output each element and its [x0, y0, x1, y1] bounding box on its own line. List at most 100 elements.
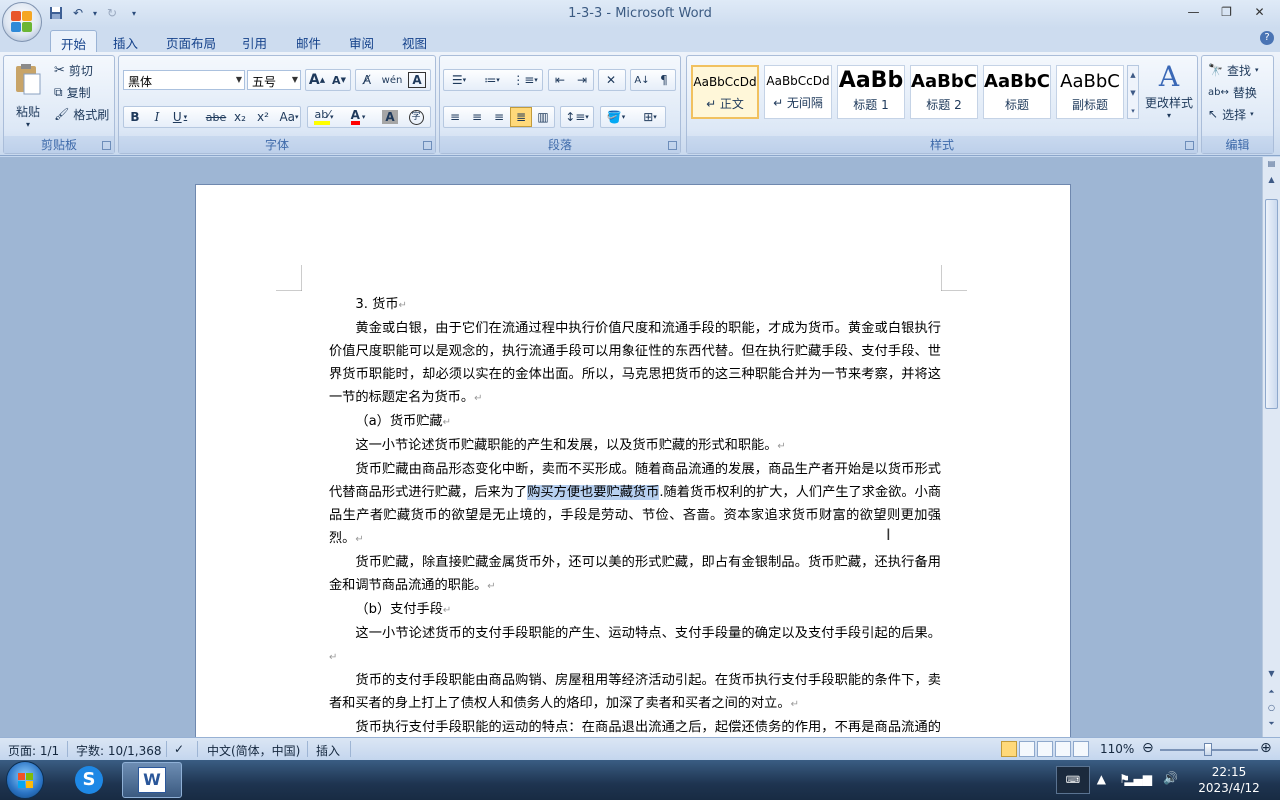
find-button[interactable]: 🔭 查找 ▾	[1208, 60, 1258, 80]
taskbar-word-app[interactable]: W	[122, 762, 182, 798]
font-name-combo[interactable]: 黑体 ▼	[123, 70, 245, 90]
word-count[interactable]: 字数: 10/1,368	[76, 742, 162, 759]
copy-button[interactable]: ⧉ 复制	[54, 82, 91, 102]
selected-text[interactable]: 购买方便也要贮藏货币	[527, 485, 660, 500]
full-screen-reading-view-icon[interactable]	[1019, 741, 1035, 757]
replace-button[interactable]: ab↔ 替换	[1208, 82, 1257, 102]
start-button[interactable]	[6, 761, 44, 799]
insert-mode-indicator[interactable]: 插入	[316, 742, 340, 759]
minimize-button[interactable]: —	[1177, 2, 1210, 22]
zoom-in-icon[interactable]: ⊕	[1260, 740, 1272, 756]
tab-view[interactable]: 视图	[392, 30, 437, 52]
distributed-button[interactable]: ▥	[532, 107, 554, 127]
show-marks-button[interactable]: ¶	[653, 70, 675, 90]
tab-home[interactable]: 开始	[50, 30, 98, 52]
paragraph[interactable]: 黄金或白银，由于它们在流通过程中执行价值尺度和流通手段的职能，才成为货币。黄金或…	[329, 317, 941, 410]
paragraph[interactable]: 这一小节论述货币贮藏职能的产生和发展，以及货币贮藏的形式和职能。↵	[329, 434, 941, 458]
format-painter-button[interactable]: 🖌 格式刷	[54, 104, 109, 124]
print-layout-view-icon[interactable]	[1001, 741, 1017, 757]
shrink-font-button[interactable]: A ▼	[328, 70, 350, 90]
line-spacing-button[interactable]: ↕≡ ▾	[561, 107, 593, 127]
document-body[interactable]: 3. 货币↵ 黄金或白银，由于它们在流通过程中执行价值尺度和流通手段的职能，才成…	[329, 293, 941, 737]
select-browse-object-icon[interactable]: ○	[1265, 703, 1278, 717]
align-right-button[interactable]: ≡	[488, 107, 510, 127]
paragraph-launcher-icon[interactable]	[668, 141, 677, 150]
style-heading-1[interactable]: AaBb 标题 1	[837, 65, 905, 119]
scroll-thumb[interactable]	[1265, 199, 1278, 409]
highlight-button[interactable]: ab⁄ ▾	[309, 107, 339, 127]
previous-page-icon[interactable]: ⏶	[1265, 687, 1278, 701]
paragraph[interactable]: 货币贮藏，除直接贮藏金属货币外，还可以美的形式贮藏，即占有金银制品。货币贮藏，还…	[329, 551, 941, 598]
subscript-button[interactable]: x₂	[229, 107, 251, 127]
scroll-down-icon[interactable]: ▼	[1265, 669, 1278, 683]
zoom-level[interactable]: 110%	[1100, 742, 1134, 756]
taskbar-sogou-app[interactable]: S	[62, 762, 116, 798]
grow-font-button[interactable]: A ▲	[306, 70, 328, 90]
proofing-icon[interactable]: ✓	[174, 742, 184, 756]
language-indicator[interactable]: 中文(简体，中国)	[207, 742, 300, 759]
draft-view-icon[interactable]	[1073, 741, 1089, 757]
paragraph[interactable]: 3. 货币↵	[329, 293, 941, 317]
superscript-button[interactable]: x²	[252, 107, 274, 127]
styles-scroll[interactable]: ▲ ▼ ▾	[1127, 65, 1139, 119]
increase-indent-button[interactable]: ⇥	[571, 70, 593, 90]
font-size-combo[interactable]: 五号 ▼	[247, 70, 301, 90]
next-page-icon[interactable]: ⏷	[1265, 719, 1278, 733]
clock[interactable]: 22:15 2023/4/12	[1194, 764, 1264, 796]
asian-layout-button[interactable]: ✕	[600, 70, 622, 90]
multilevel-list-button[interactable]: ⋮≡ ▾	[510, 70, 540, 90]
character-border-button[interactable]: A	[408, 72, 426, 88]
office-button[interactable]	[2, 2, 42, 42]
document-page[interactable]: 3. 货币↵ 黄金或白银，由于它们在流通过程中执行价值尺度和流通手段的职能，才成…	[195, 184, 1071, 737]
decrease-indent-button[interactable]: ⇤	[549, 70, 571, 90]
style-normal[interactable]: AaBbCcDd ↵ 正文	[691, 65, 759, 119]
clear-formatting-button[interactable]: A̸	[356, 70, 378, 90]
character-shading-button[interactable]: A	[379, 107, 401, 127]
tab-references[interactable]: 引用	[232, 30, 277, 52]
outline-view-icon[interactable]	[1055, 741, 1071, 757]
close-button[interactable]: ✕	[1243, 2, 1276, 22]
web-layout-view-icon[interactable]	[1037, 741, 1053, 757]
change-case-button[interactable]: Aa ▾	[276, 107, 302, 127]
styles-more-icon[interactable]: ▾	[1128, 102, 1138, 120]
scroll-up-icon[interactable]: ▲	[1265, 175, 1278, 189]
paragraph[interactable]: 货币执行支付手段职能的运动的特点：在商品退出流通之后，起偿还债务的作用，不再是商…	[329, 716, 941, 737]
style-heading-2[interactable]: AaBbC 标题 2	[910, 65, 978, 119]
paragraph[interactable]: 货币的支付手段职能由商品购销、房屋租用等经济活动引起。在货币执行支付手段职能的条…	[329, 669, 941, 716]
style-subtitle[interactable]: AaBbC 副标题	[1056, 65, 1124, 119]
page-count[interactable]: 页面: 1/1	[8, 742, 59, 759]
select-button[interactable]: ↖ 选择 ▾	[1208, 104, 1254, 124]
paragraph[interactable]: （a）货币贮藏↵	[329, 410, 941, 434]
phonetic-guide-button[interactable]: wén	[381, 70, 403, 90]
borders-button[interactable]: ⊞ ▾	[635, 107, 665, 127]
numbering-button[interactable]: ≔ ▾	[477, 70, 507, 90]
underline-button[interactable]: U ▾	[169, 107, 191, 127]
vertical-scrollbar[interactable]: ▤ ▲ ▼ ⏶ ○ ⏷	[1262, 157, 1280, 737]
tab-review[interactable]: 审阅	[339, 30, 384, 52]
clipboard-launcher-icon[interactable]	[102, 141, 111, 150]
styles-launcher-icon[interactable]	[1185, 141, 1194, 150]
volume-icon[interactable]: 🔊	[1163, 771, 1178, 785]
align-left-button[interactable]: ≡	[444, 107, 466, 127]
scroll-up-icon[interactable]: ▲	[1128, 66, 1138, 84]
help-icon[interactable]: ?	[1260, 31, 1274, 45]
bullets-button[interactable]: ☰ ▾	[444, 70, 474, 90]
paragraph[interactable]: （b）支付手段↵	[329, 598, 941, 622]
sort-button[interactable]: A↓	[631, 70, 653, 90]
change-styles-button[interactable]: A 更改样式 ▾	[1143, 60, 1195, 120]
paste-button[interactable]: 粘贴 ▾	[10, 62, 46, 129]
shading-button[interactable]: 🪣 ▾	[601, 107, 631, 127]
ruler-toggle-icon[interactable]: ▤	[1265, 159, 1278, 173]
tab-page-layout[interactable]: 页面布局	[156, 30, 226, 52]
show-hidden-icons-icon[interactable]: ▲	[1097, 772, 1106, 786]
enclose-characters-button[interactable]: 字	[405, 107, 427, 127]
paragraph[interactable]: 这一小节论述货币的支付手段职能的产生、运动特点、支付手段量的确定以及支付手段引起…	[329, 622, 941, 669]
italic-button[interactable]: I	[146, 107, 168, 127]
font-color-button[interactable]: A ▾	[343, 107, 373, 127]
zoom-out-icon[interactable]: ⊖	[1142, 740, 1154, 756]
font-launcher-icon[interactable]	[423, 141, 432, 150]
zoom-slider-thumb[interactable]	[1204, 743, 1212, 756]
style-title[interactable]: AaBbC 标题	[983, 65, 1051, 119]
strikethrough-button[interactable]: abe	[203, 107, 229, 127]
paragraph[interactable]: 货币贮藏由商品形态变化中断，卖而不买形成。随着商品流通的发展，商品生产者开始是以…	[329, 458, 941, 551]
